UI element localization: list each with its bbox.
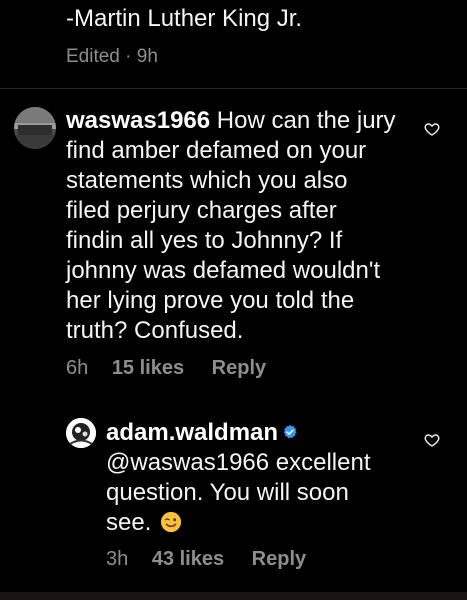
comment-body: @waswas1966 excellent question. You will… bbox=[106, 449, 371, 536]
bottom-edge bbox=[0, 592, 467, 600]
verified-badge-icon bbox=[283, 424, 297, 438]
comment-actions: 6h 15 likes Reply bbox=[66, 354, 266, 382]
comment-adam-waldman: adam.waldman @waswas1966 excellent quest… bbox=[106, 418, 396, 538]
previous-comment-meta: Edited · 9h bbox=[66, 46, 158, 67]
comment-likes[interactable]: 43 likes bbox=[152, 545, 224, 573]
comment-actions: 3h 43 likes Reply bbox=[106, 545, 306, 573]
comment-username[interactable]: adam.waldman bbox=[106, 419, 278, 446]
avatar-image bbox=[14, 107, 56, 149]
divider bbox=[0, 88, 467, 89]
comment-username[interactable]: waswas1966 bbox=[66, 107, 210, 134]
heart-icon[interactable] bbox=[424, 121, 440, 137]
comment-waswas1966: waswas1966 How can the jury find amber d… bbox=[66, 106, 396, 346]
comment-body: How can the jury find amber defamed on y… bbox=[66, 107, 396, 344]
avatar-image bbox=[66, 418, 96, 448]
heart-icon[interactable] bbox=[424, 432, 440, 448]
avatar-waswas1966[interactable] bbox=[14, 107, 56, 149]
reply-button[interactable]: Reply bbox=[252, 545, 306, 573]
comment-time: 3h bbox=[106, 548, 129, 570]
previous-comment-text: -Martin Luther King Jr. bbox=[66, 5, 303, 32]
comment-time: 6h bbox=[66, 357, 89, 379]
reply-button[interactable]: Reply bbox=[212, 354, 266, 382]
avatar-adam-waldman[interactable] bbox=[66, 418, 96, 448]
winking-face-emoji-icon bbox=[160, 511, 182, 532]
comment-likes[interactable]: 15 likes bbox=[112, 354, 184, 382]
